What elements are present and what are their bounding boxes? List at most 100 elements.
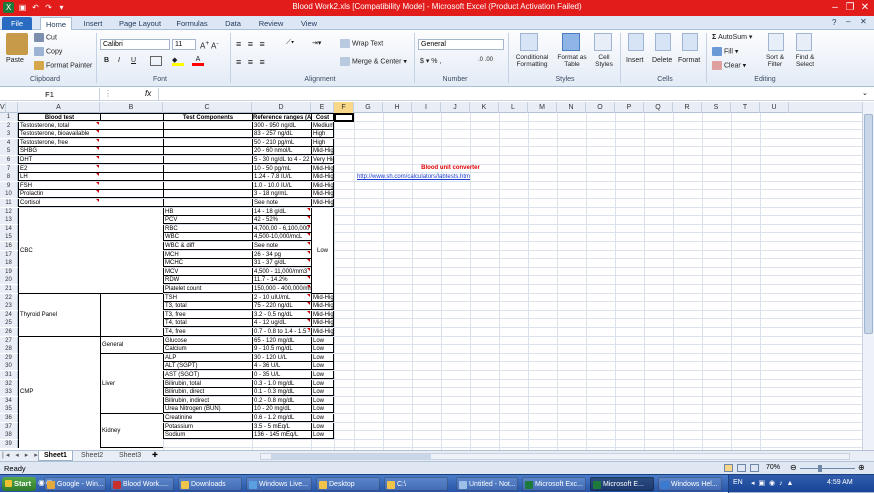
reference-range-cell[interactable]: 4,700,00 - 6,100,000 cells/uL bbox=[252, 224, 311, 233]
column-header-g[interactable]: G bbox=[354, 102, 383, 113]
format-as-table-button[interactable]: Format as Table bbox=[555, 54, 589, 68]
reference-range-cell[interactable]: 1.0 - 10.0 IU/L bbox=[252, 181, 311, 190]
tab-review[interactable]: Review bbox=[254, 17, 288, 30]
reference-range-cell[interactable]: See note bbox=[252, 242, 311, 250]
cost-cell[interactable]: Mid-High bbox=[311, 199, 334, 207]
scrollbar-thumb[interactable] bbox=[864, 114, 873, 334]
component-cell[interactable] bbox=[163, 181, 252, 190]
row-header-12[interactable]: 12 bbox=[0, 207, 18, 216]
font-size-select[interactable]: 11 bbox=[172, 39, 196, 50]
cost-cell[interactable]: Low bbox=[311, 345, 334, 354]
cost-cell[interactable]: Mid-High bbox=[311, 319, 334, 328]
thyroid-b-cell[interactable] bbox=[100, 293, 163, 337]
row-header-39[interactable]: 39 bbox=[0, 439, 18, 448]
reference-range-cell[interactable]: 0.2 - 0.8 mg/dL bbox=[252, 396, 311, 405]
clear-button[interactable]: Clear ▾ bbox=[712, 61, 746, 70]
reference-range-cell[interactable]: 83 - 257 ng/dL bbox=[252, 130, 311, 139]
row-header-22[interactable]: 22 bbox=[0, 293, 18, 302]
vertical-scrollbar[interactable] bbox=[862, 102, 874, 450]
cost-cell[interactable]: Mid-High bbox=[311, 181, 334, 190]
format-painter-button[interactable]: Format Painter bbox=[34, 61, 92, 70]
column-header-b[interactable]: B bbox=[100, 102, 163, 113]
language-indicator[interactable]: EN bbox=[733, 479, 743, 486]
column-header-l[interactable]: L bbox=[499, 102, 528, 113]
cost-cell[interactable]: Mid-High bbox=[311, 293, 334, 302]
restore-icon[interactable]: ❐ bbox=[843, 1, 857, 14]
row-header-11[interactable]: 11 bbox=[0, 199, 18, 207]
row-header-6[interactable]: 6 bbox=[0, 156, 18, 164]
component-cell[interactable] bbox=[163, 147, 252, 156]
row-header-17[interactable]: 17 bbox=[0, 250, 18, 259]
fill-button[interactable]: Fill ▾ bbox=[712, 47, 738, 56]
insert-function-icon[interactable]: fx bbox=[145, 89, 151, 98]
currency-button[interactable]: $ ▾ % , bbox=[420, 57, 441, 65]
component-cell[interactable] bbox=[163, 164, 252, 173]
blood-test-cell[interactable]: Prolactin bbox=[18, 190, 163, 199]
reference-range-cell[interactable]: 4 - 36 U/L bbox=[252, 362, 311, 371]
insert-cells-icon[interactable] bbox=[628, 33, 644, 51]
cost-cell[interactable]: Low bbox=[311, 379, 334, 388]
row-header-24[interactable]: 24 bbox=[0, 310, 18, 319]
cost-cell[interactable]: Mid-High bbox=[311, 190, 334, 199]
row-header-31[interactable]: 31 bbox=[0, 371, 18, 379]
component-cell[interactable] bbox=[163, 156, 252, 164]
reference-range-cell[interactable]: 4,500-10,000/mcL bbox=[252, 233, 311, 242]
expand-formula-bar-icon[interactable]: ⌄ bbox=[862, 89, 868, 97]
font-name-select[interactable]: Calibri bbox=[100, 39, 170, 50]
cost-cell[interactable]: Low bbox=[311, 336, 334, 345]
reference-range-cell[interactable]: 9 - 10.5 mg/dL bbox=[252, 345, 311, 354]
font-color-icon[interactable]: A bbox=[192, 56, 204, 66]
zoom-slider[interactable] bbox=[800, 468, 855, 469]
row-header-27[interactable]: 27 bbox=[0, 336, 18, 345]
reference-range-cell[interactable]: 136 - 145 mEq/L bbox=[252, 431, 311, 440]
horizontal-scrollbar[interactable] bbox=[260, 453, 850, 460]
component-cell[interactable]: Sodium bbox=[163, 431, 252, 440]
merged-thyroid-panel[interactable]: Thyroid Panel bbox=[18, 293, 100, 337]
column-header-p[interactable]: P bbox=[615, 102, 644, 113]
autosum-button[interactable]: Σ AutoSum ▾ bbox=[712, 33, 752, 41]
paste-icon[interactable] bbox=[6, 33, 28, 55]
component-cell[interactable]: WBC & diff bbox=[163, 242, 252, 250]
column-header-m[interactable]: M bbox=[528, 102, 557, 113]
close-icon[interactable]: ✕ bbox=[858, 1, 872, 14]
blood-test-cell[interactable]: Testosterone, bioavailable bbox=[18, 130, 163, 139]
conditional-formatting-icon[interactable] bbox=[520, 33, 538, 51]
column-header-d[interactable]: D bbox=[252, 102, 311, 113]
sheet-tab-3[interactable]: Sheet3 bbox=[114, 451, 146, 461]
sheet-tab-1[interactable]: Sheet1 bbox=[38, 451, 73, 461]
cell-styles-icon[interactable] bbox=[594, 33, 612, 51]
reference-range-cell[interactable]: 0.7 - 0.8 to 1.4 - 1.5 - 1.8 ng/dL bbox=[252, 328, 311, 336]
merge-center-button[interactable]: Merge & Center ▾ bbox=[340, 57, 407, 66]
row-header-19[interactable]: 19 bbox=[0, 267, 18, 276]
component-cell[interactable]: Creatinine bbox=[163, 414, 252, 422]
component-cell[interactable]: MCHC bbox=[163, 259, 252, 268]
reference-range-cell[interactable]: 0.1 - 0.3 mg/dL bbox=[252, 388, 311, 397]
merged-cbc-cost[interactable]: Low bbox=[311, 207, 334, 294]
component-cell[interactable]: AST (SGOT) bbox=[163, 371, 252, 379]
ribbon-minimize-icon[interactable]: – bbox=[846, 17, 850, 26]
number-format-select[interactable]: General bbox=[418, 39, 504, 50]
component-cell[interactable]: TSH bbox=[163, 293, 252, 302]
fill-color-icon[interactable]: ◆ bbox=[172, 56, 184, 66]
zoom-slider-thumb[interactable] bbox=[818, 465, 822, 472]
reference-range-cell[interactable]: 10 - 50 pg/mL bbox=[252, 164, 311, 173]
column-header-q[interactable]: Q bbox=[644, 102, 673, 113]
component-cell[interactable]: Bilirubin, indirect bbox=[163, 396, 252, 405]
component-cell[interactable] bbox=[163, 190, 252, 199]
tab-data[interactable]: Data bbox=[218, 17, 248, 30]
paste-button[interactable]: Paste bbox=[6, 57, 24, 64]
reference-range-cell[interactable]: 300 - 950 ng/dL bbox=[252, 121, 311, 130]
normal-view-icon[interactable] bbox=[724, 464, 733, 472]
row-header-10[interactable]: 10 bbox=[0, 190, 18, 199]
reference-range-cell[interactable]: 11.7 - 14.2% bbox=[252, 276, 311, 285]
row-header-20[interactable]: 20 bbox=[0, 276, 18, 285]
cost-cell[interactable]: Very High bbox=[311, 156, 334, 164]
taskbar-item-google[interactable]: Google - Win... bbox=[44, 477, 106, 491]
row-header-29[interactable]: 29 bbox=[0, 353, 18, 362]
component-cell[interactable]: T4, total bbox=[163, 319, 252, 328]
cost-cell[interactable]: Low bbox=[311, 353, 334, 362]
header-test-components[interactable]: Test Components bbox=[163, 113, 252, 121]
tab-formulas[interactable]: Formulas bbox=[172, 17, 212, 30]
horizontal-align-icons[interactable]: ≡ ≡ ≡ bbox=[236, 57, 267, 67]
zoom-level[interactable]: 70% bbox=[766, 464, 780, 471]
